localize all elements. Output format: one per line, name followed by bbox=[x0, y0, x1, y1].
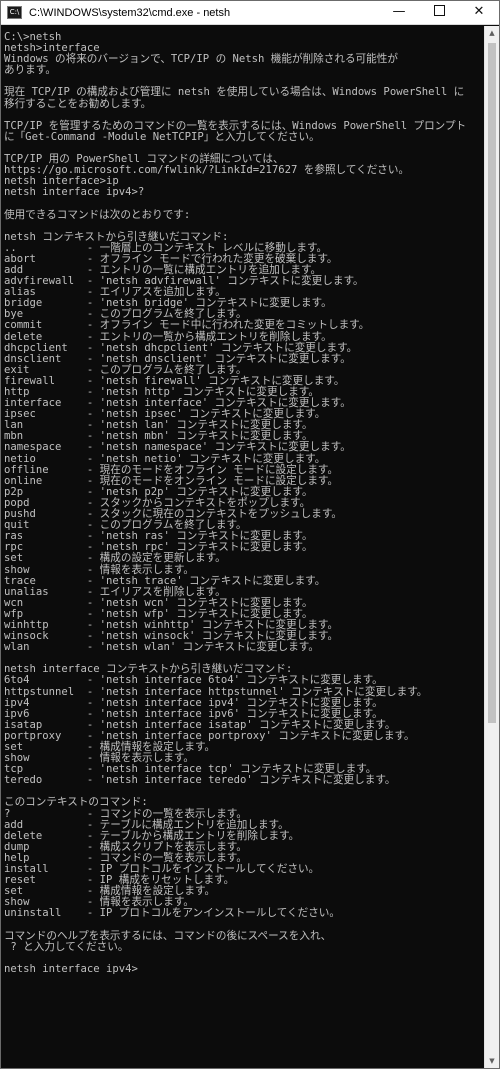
console-line: あります。 bbox=[4, 64, 56, 77]
console-line: uninstall - IP プロトコルをアンインストールしてください。 bbox=[4, 907, 340, 920]
console-output: C:\>netsh netsh>interface Windows の将来のバー… bbox=[2, 26, 482, 975]
cmd-app-icon[interactable]: C:\ bbox=[7, 6, 22, 19]
scrollbar-thumb[interactable] bbox=[488, 43, 496, 723]
scroll-down-arrow-icon[interactable]: ▼ bbox=[485, 1054, 499, 1068]
title-bar[interactable]: C:\ C:\WINDOWS\system32\cmd.exe - netsh … bbox=[1, 1, 499, 25]
scroll-up-arrow-icon[interactable]: ▲ bbox=[485, 26, 499, 40]
console-line: Windows の将来のバージョンで、TCP/IP の Netsh 機能が削除さ… bbox=[4, 53, 398, 66]
console-line: 使用できるコマンドは次のとおりです: bbox=[4, 208, 191, 221]
console-area[interactable]: C:\>netsh netsh>interface Windows の将来のバー… bbox=[2, 26, 482, 1068]
console-line: 移行することをお勧めします。 bbox=[4, 97, 152, 110]
close-button[interactable]: ✕ bbox=[459, 1, 499, 25]
console-line: netsh interface ipv4>? bbox=[4, 186, 145, 199]
console-line: netsh interface ipv4> bbox=[4, 962, 138, 975]
cmd-window: C:\ C:\WINDOWS\system32\cmd.exe - netsh … bbox=[0, 0, 500, 1069]
console-line: に「Get-Command -Module NetTCPIP」と入力してください… bbox=[4, 130, 320, 143]
vertical-scrollbar[interactable]: ▲ ▼ bbox=[484, 26, 499, 1068]
console-line: ? と入力してください。 bbox=[4, 940, 129, 953]
minimize-button[interactable]: — bbox=[379, 1, 419, 25]
window-title: C:\WINDOWS\system32\cmd.exe - netsh bbox=[29, 7, 231, 19]
maximize-button[interactable] bbox=[419, 1, 459, 25]
console-line: wlan - 'netsh wlan' コンテキストに変更します。 bbox=[4, 641, 319, 654]
console-line: teredo - 'netsh interface teredo' コンテキスト… bbox=[4, 774, 396, 787]
maximize-icon bbox=[433, 5, 445, 16]
